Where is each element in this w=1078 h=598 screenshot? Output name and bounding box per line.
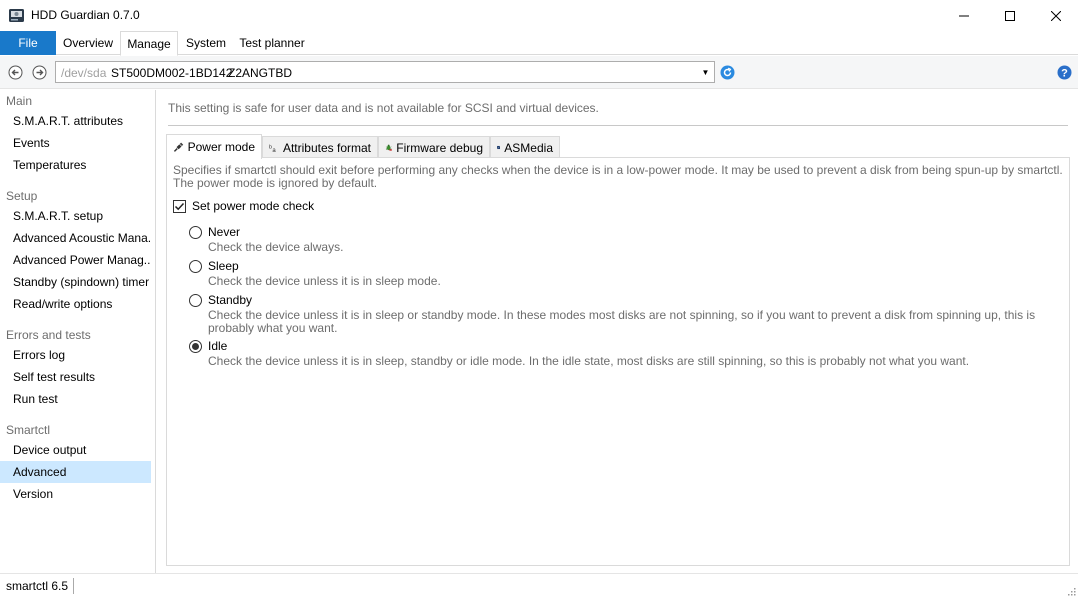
tab-asmedia[interactable]: ASMedia — [490, 136, 560, 158]
hard-drive-icon — [9, 9, 24, 22]
radio-selected-dot — [192, 342, 199, 350]
forward-arrow-icon[interactable] — [32, 65, 47, 80]
help-icon[interactable]: ? — [1057, 65, 1072, 80]
radio-idle-desc: Check the device unless it is in sleep, … — [208, 354, 970, 368]
checkmark-icon — [174, 202, 185, 210]
power-mode-description: Specifies if smartctl should exit before… — [173, 163, 1063, 190]
close-button[interactable] — [1033, 0, 1078, 31]
tab-manage[interactable]: Manage — [120, 31, 178, 56]
menu-bar: File Overview Manage System Test planner — [0, 31, 1078, 56]
radio-idle-label: Idle — [208, 339, 228, 353]
radio-idle-circle[interactable] — [189, 339, 202, 353]
maximize-button[interactable] — [987, 0, 1033, 31]
sidebar-group-errors: Errors and tests — [6, 328, 91, 342]
power-mode-check-row[interactable]: Set power mode check — [173, 199, 314, 213]
radio-standby-label: Standby — [208, 293, 253, 307]
sidebar-item-events[interactable]: Events — [0, 132, 151, 154]
radio-standby-circle[interactable] — [189, 293, 202, 307]
sidebar-item-acoustic[interactable]: Advanced Acoustic Mana... — [0, 227, 151, 249]
device-bar: /dev/sda ST500DM002-1BD142 Z2ANGTBD ▼ ? — [0, 56, 1078, 89]
radio-sleep-desc: Check the device unless it is in sleep m… — [208, 274, 441, 288]
dropdown-arrow-icon[interactable]: ▼ — [697, 62, 714, 82]
resize-grip-icon[interactable] — [1066, 586, 1076, 596]
sidebar-item-version[interactable]: Version — [0, 483, 151, 505]
sidebar-item-smart-attributes[interactable]: S.M.A.R.T. attributes — [0, 110, 151, 132]
radio-never-desc: Check the device always. — [208, 240, 344, 254]
device-model: ST500DM002-1BD142 — [111, 66, 233, 80]
refresh-icon[interactable] — [720, 65, 735, 80]
svg-text:?: ? — [1061, 68, 1068, 80]
bug-icon — [385, 144, 392, 151]
minimize-icon — [959, 15, 969, 16]
sidebar-item-power[interactable]: Advanced Power Manag... — [0, 249, 151, 271]
sidebar-item-run-test[interactable]: Run test — [0, 388, 151, 410]
sidebar-item-smart-setup[interactable]: S.M.A.R.T. setup — [0, 205, 151, 227]
radio-never-label: Never — [208, 225, 241, 239]
title-bar: HDD Guardian 0.7.0 — [0, 0, 1078, 31]
asmedia-logo-icon — [497, 145, 501, 150]
device-selector[interactable]: /dev/sda ST500DM002-1BD142 Z2ANGTBD ▼ — [55, 61, 715, 83]
file-menu-button[interactable]: File — [0, 31, 56, 55]
main-content: This setting is safe for user data and i… — [157, 90, 1078, 573]
window-title: HDD Guardian 0.7.0 — [31, 8, 140, 22]
maximize-icon — [1005, 10, 1015, 21]
tab-test-planner[interactable]: Test planner — [234, 31, 310, 55]
radio-never[interactable]: Never — [189, 225, 240, 239]
plug-icon — [173, 142, 184, 152]
tab-firmware-debug-label: Firmware debug — [396, 140, 483, 155]
sidebar-item-temperatures[interactable]: Temperatures — [0, 154, 151, 176]
sidebar: Main S.M.A.R.T. attributes Events Temper… — [0, 90, 156, 573]
sidebar-group-setup: Setup — [6, 189, 38, 203]
tab-asmedia-label: ASMedia — [504, 140, 553, 155]
safety-note: This setting is safe for user data and i… — [168, 101, 599, 115]
radio-sleep[interactable]: Sleep — [189, 259, 239, 273]
sidebar-group-main: Main — [6, 94, 33, 108]
sidebar-item-device-output[interactable]: Device output — [0, 439, 151, 461]
status-separator — [73, 578, 74, 594]
tab-system[interactable]: System — [178, 31, 234, 55]
power-mode-panel: Specifies if smartctl should exit before… — [166, 157, 1070, 566]
separator — [168, 125, 1068, 126]
power-mode-checkbox[interactable] — [173, 199, 186, 213]
power-mode-checkbox-label: Set power mode check — [192, 199, 315, 213]
minimize-button[interactable] — [941, 0, 987, 31]
radio-sleep-circle[interactable] — [189, 259, 202, 273]
back-arrow-icon[interactable] — [8, 65, 23, 80]
radio-standby[interactable]: Standby — [189, 293, 252, 307]
radio-idle[interactable]: Idle — [189, 339, 227, 353]
text-format-icon: b a — [269, 144, 276, 154]
close-icon — [1051, 10, 1061, 21]
tab-power-mode[interactable]: Power mode — [166, 134, 262, 159]
sidebar-item-self-test-results[interactable]: Self test results — [0, 366, 151, 388]
sidebar-item-advanced[interactable]: Advanced — [0, 461, 151, 483]
sidebar-item-errors-log[interactable]: Errors log — [0, 344, 151, 366]
tab-power-mode-label: Power mode — [187, 140, 255, 154]
tab-firmware-debug[interactable]: Firmware debug — [378, 136, 490, 158]
tab-attributes-format-label: Attributes format — [282, 140, 371, 155]
sidebar-item-read-write[interactable]: Read/write options — [0, 293, 151, 315]
sidebar-group-smartctl: Smartctl — [6, 423, 51, 437]
svg-text:a: a — [272, 148, 276, 154]
device-serial: Z2ANGTBD — [228, 66, 293, 80]
status-bar: smartctl 6.5 — [0, 573, 1078, 598]
radio-sleep-label: Sleep — [208, 259, 239, 273]
sidebar-item-standby-timer[interactable]: Standby (spindown) timer — [0, 271, 151, 293]
smartctl-version: smartctl 6.5 — [6, 579, 69, 593]
radio-never-circle[interactable] — [189, 225, 202, 239]
tab-overview[interactable]: Overview — [56, 31, 120, 55]
tab-attributes-format[interactable]: b a Attributes format — [262, 136, 378, 158]
radio-standby-desc: Check the device unless it is in sleep o… — [208, 308, 1036, 335]
svg-text:b: b — [269, 144, 272, 150]
device-path: /dev/sda — [61, 66, 107, 80]
